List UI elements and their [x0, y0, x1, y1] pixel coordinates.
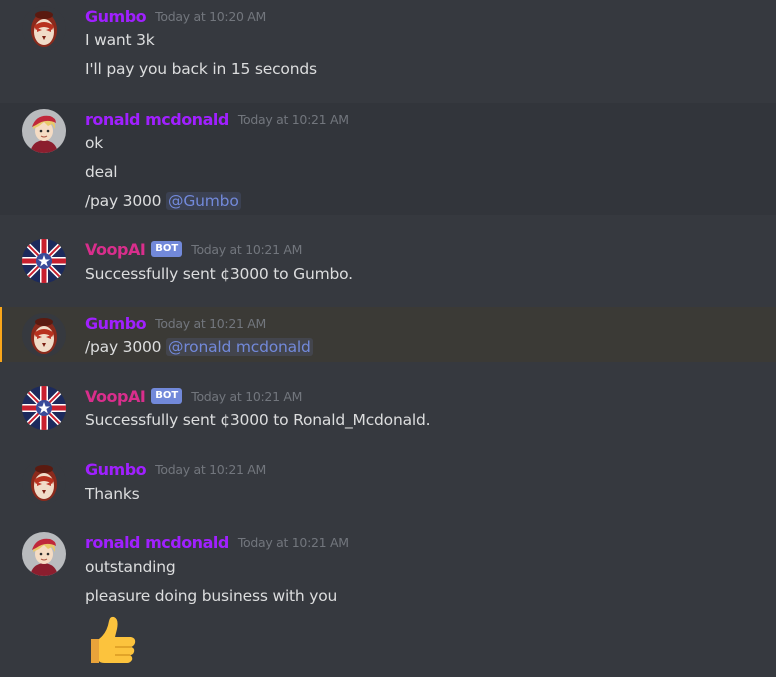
username[interactable]: ronald mcdonald [85, 533, 229, 552]
message-header: Gumbo Today at 10:20 AM [85, 6, 266, 26]
message-header: VoopAI BOT Today at 10:21 AM [85, 386, 302, 406]
command-text: /pay 3000 [85, 338, 162, 356]
message-header: Gumbo Today at 10:21 AM [85, 459, 266, 479]
message-text: I'll pay you back in 15 seconds [85, 60, 317, 78]
timestamp: Today at 10:21 AM [155, 461, 267, 477]
message-text: pleasure doing business with you [85, 587, 338, 605]
timestamp: Today at 10:20 AM [155, 8, 267, 24]
message-header: ronald mcdonald Today at 10:21 AM [85, 109, 349, 129]
message-text: deal [85, 163, 118, 181]
message-group: ronald mcdonald Today at 10:21 AM ok dea… [0, 103, 776, 215]
anime-character-avatar[interactable] [22, 109, 66, 153]
username[interactable]: Gumbo [85, 460, 147, 479]
red-mask-avatar[interactable] [22, 460, 66, 504]
message-header: VoopAI BOT Today at 10:21 AM [85, 239, 302, 259]
message-text: Successfully sent ¢3000 to Gumbo. [85, 265, 353, 283]
message-text: ok [85, 134, 104, 152]
timestamp: Today at 10:21 AM [237, 534, 349, 550]
timestamp: Today at 10:21 AM [191, 388, 303, 404]
username[interactable]: ronald mcdonald [85, 110, 229, 129]
anime-character-avatar[interactable] [22, 532, 66, 576]
message-group: VoopAI BOT Today at 10:21 AM Successfull… [0, 230, 776, 292]
timestamp: Today at 10:21 AM [237, 111, 349, 127]
bot-badge: BOT [151, 388, 183, 404]
message-group: ronald mcdonald Today at 10:21 AM outsta… [0, 525, 776, 677]
timestamp: Today at 10:21 AM [191, 241, 303, 257]
message-group-mentioned: Gumbo Today at 10:21 AM /pay 3000 @ronal… [0, 307, 776, 362]
message-group: Gumbo Today at 10:20 AM I want 3k I'll p… [0, 0, 776, 100]
bot-badge: BOT [151, 241, 183, 257]
red-mask-avatar[interactable] [22, 313, 66, 357]
message-header: Gumbo Today at 10:21 AM [85, 313, 266, 333]
username[interactable]: VoopAI [85, 240, 146, 259]
red-mask-avatar[interactable] [22, 6, 66, 50]
username[interactable]: VoopAI [85, 387, 146, 406]
message-text: outstanding [85, 558, 176, 576]
flag-globe-avatar[interactable] [22, 386, 66, 430]
message-group: Gumbo Today at 10:21 AM Thanks [0, 452, 776, 514]
message-text: Successfully sent ¢3000 to Ronald_Mcdona… [85, 411, 431, 429]
command-message: /pay 3000 @ronald mcdonald [85, 336, 313, 358]
username[interactable]: Gumbo [85, 7, 147, 26]
command-message: /pay 3000 @Gumbo [85, 190, 241, 212]
username[interactable]: Gumbo [85, 314, 147, 333]
timestamp: Today at 10:21 AM [155, 315, 267, 331]
chat-message-list: Gumbo Today at 10:20 AM I want 3k I'll p… [0, 0, 776, 677]
user-mention[interactable]: @Gumbo [166, 192, 241, 210]
message-header: ronald mcdonald Today at 10:21 AM [85, 532, 349, 552]
command-text: /pay 3000 [85, 192, 162, 210]
user-mention[interactable]: @ronald mcdonald [166, 338, 313, 356]
flag-globe-avatar[interactable] [22, 239, 66, 283]
message-text: I want 3k [85, 31, 155, 49]
thumbs-up-icon[interactable] [85, 613, 141, 669]
message-text: Thanks [85, 485, 140, 503]
message-group: VoopAI BOT Today at 10:21 AM Successfull… [0, 377, 776, 439]
